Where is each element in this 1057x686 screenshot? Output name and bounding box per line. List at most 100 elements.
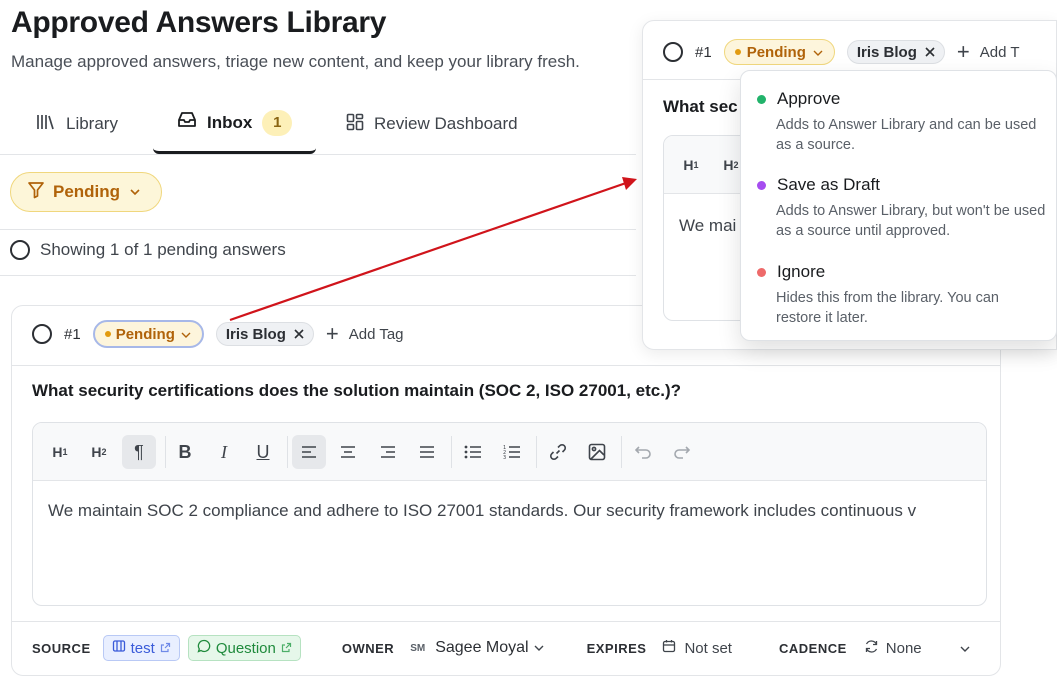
bold-button[interactable]: B (168, 435, 202, 469)
image-icon (588, 443, 606, 461)
document-icon (112, 639, 126, 657)
menu-item-ignore[interactable]: Ignore Hides this from the library. You … (757, 262, 1047, 328)
heading-1-button[interactable]: H1 (43, 435, 77, 469)
select-all-row: Showing 1 of 1 pending answers (10, 240, 286, 260)
close-icon[interactable] (925, 44, 935, 61)
inset-tag-chip: Iris Blog (846, 40, 945, 64)
status-dot-icon (104, 331, 111, 337)
select-all-checkbox[interactable] (10, 240, 30, 260)
source-chip-test[interactable]: test (102, 635, 180, 661)
inset-question-text: What sec (663, 97, 738, 116)
question-text: What security certifications does the so… (32, 381, 681, 400)
heading-1-button[interactable]: H1 (674, 148, 708, 182)
menu-item-approve[interactable]: Approve Adds to Answer Library and can b… (757, 89, 1047, 155)
filter-icon (27, 181, 45, 204)
align-justify-icon (420, 446, 434, 458)
inset-card-header: #1 Pending Iris Blog + Add T (663, 39, 1019, 65)
image-button[interactable] (580, 435, 614, 469)
status-dropdown[interactable]: Pending (92, 320, 204, 348)
chevron-down-icon (533, 639, 545, 657)
calendar-icon (662, 639, 676, 657)
expires-picker[interactable]: Not set (662, 639, 732, 657)
green-dot-icon (757, 94, 766, 104)
tag-chip: Iris Blog (215, 322, 314, 346)
library-icon (36, 113, 56, 136)
owner-dropdown[interactable]: Sagee Moyal (435, 639, 544, 657)
status-label: Pending (115, 325, 175, 343)
inset-card-checkbox[interactable] (663, 42, 683, 62)
cadence-dropdown[interactable]: None (864, 639, 971, 658)
divider (12, 365, 1000, 366)
page-title: Approved Answers Library (11, 6, 387, 39)
undo-button[interactable] (626, 435, 660, 469)
underline-button[interactable]: U (246, 435, 280, 469)
inset-status-dropdown[interactable]: Pending (723, 39, 835, 65)
card-number: #1 (64, 325, 81, 343)
plus-icon: + (325, 321, 339, 346)
message-circle-icon (197, 639, 211, 657)
source-label: SOURCE (32, 640, 91, 656)
status-menu: Approve Adds to Answer Library and can b… (740, 70, 1057, 341)
inbox-count-badge: 1 (262, 109, 293, 136)
inset-add-tag-button[interactable]: + Add T (957, 39, 1020, 65)
align-center-button[interactable] (331, 435, 365, 469)
menu-item-description: Adds to Answer Library, but won't be use… (776, 203, 1046, 239)
chevron-down-icon (812, 44, 824, 61)
menu-item-description: Adds to Answer Library and can be used a… (776, 117, 1037, 153)
toolbar-separator (451, 436, 452, 468)
red-dot-icon (757, 267, 766, 277)
numbered-list-button[interactable]: 123 (495, 435, 529, 469)
card-footer: SOURCE test Question OWNER SM Sagee Moya… (32, 635, 977, 661)
answer-text[interactable]: We maintain SOC 2 compliance and adhere … (48, 501, 916, 521)
close-icon[interactable] (294, 326, 304, 343)
owner-name: Sagee Moyal (435, 639, 529, 656)
numbered-list-icon: 123 (503, 445, 520, 459)
inset-tag-label: Iris Blog (856, 43, 917, 61)
add-tag-button[interactable]: + Add Tag (326, 321, 404, 347)
menu-item-save-as-draft[interactable]: Save as Draft Adds to Answer Library, bu… (757, 175, 1047, 241)
menu-item-label: Save as Draft (777, 175, 880, 194)
answer-editor[interactable]: H1 H2 ¶ B I U 123 We maintain SOC 2 comp… (32, 422, 987, 606)
align-right-button[interactable] (371, 435, 405, 469)
link-button[interactable] (541, 435, 575, 469)
refresh-icon (864, 639, 879, 658)
card-checkbox[interactable] (32, 324, 52, 344)
tab-library[interactable]: Library (36, 94, 118, 154)
external-link-icon (281, 640, 292, 657)
italic-button[interactable]: I (207, 435, 241, 469)
align-left-icon (302, 446, 316, 458)
menu-item-description: Hides this from the library. You can res… (776, 290, 999, 326)
tab-bar: Library Inbox 1 Review Dashboard (0, 94, 636, 155)
tab-inbox[interactable]: Inbox 1 (153, 94, 316, 154)
redo-button[interactable] (665, 435, 699, 469)
bullet-list-button[interactable] (456, 435, 490, 469)
tag-label: Iris Blog (225, 325, 286, 343)
source-chip-label: Question (215, 639, 276, 657)
chevron-down-icon (128, 182, 142, 202)
toolbar-separator (165, 436, 166, 468)
dashboard-icon (346, 113, 364, 136)
inset-answer-text: We mai (679, 216, 737, 235)
menu-item-label: Approve (777, 89, 841, 108)
tab-review-dashboard-label: Review Dashboard (374, 114, 518, 133)
tab-inbox-label: Inbox (207, 112, 253, 132)
align-right-icon (381, 446, 395, 458)
purple-dot-icon (757, 180, 766, 190)
align-justify-button[interactable] (410, 435, 444, 469)
owner-label: OWNER (341, 640, 395, 656)
tab-review-dashboard[interactable]: Review Dashboard (346, 94, 518, 154)
plus-icon: + (956, 39, 970, 64)
heading-2-button[interactable]: H2 (82, 435, 116, 469)
showing-count-text: Showing 1 of 1 pending answers (40, 240, 286, 259)
inset-card-number: #1 (695, 43, 712, 61)
pending-filter-button[interactable]: Pending (10, 172, 162, 212)
paragraph-button[interactable]: ¶ (122, 435, 156, 469)
undo-icon (634, 446, 651, 459)
align-left-button[interactable] (292, 435, 326, 469)
chevron-down-icon (180, 326, 192, 343)
divider (0, 275, 636, 276)
page-subtitle: Manage approved answers, triage new cont… (11, 52, 580, 71)
expires-label: EXPIRES (586, 640, 647, 656)
source-chip-question[interactable]: Question (187, 635, 301, 661)
card-header: #1 Pending Iris Blog + Add Tag (32, 320, 404, 348)
